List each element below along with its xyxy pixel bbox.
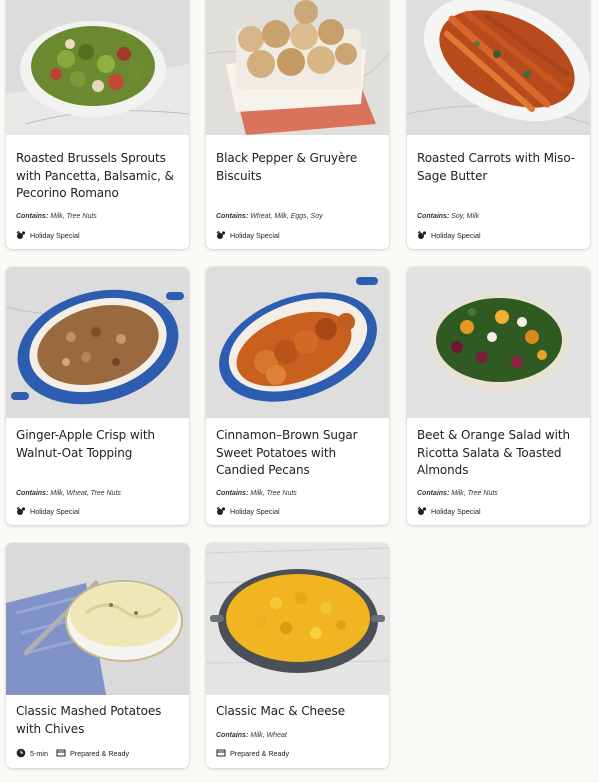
meal-image[interactable] — [6, 267, 189, 418]
tag-label: Holiday Special — [431, 230, 481, 240]
meal-tag: Holiday Special — [16, 505, 80, 517]
meal-title[interactable]: Roasted Carrots with Miso-Sage Butter — [417, 150, 582, 185]
meal-title[interactable]: Beet & Orange Salad with Ricotta Salata … — [417, 427, 582, 480]
meal-card[interactable]: Cinnamon–Brown Sugar Sweet Potatoes with… — [206, 267, 389, 525]
meal-image[interactable] — [6, 0, 189, 135]
allergen-label: Contains: — [417, 213, 450, 220]
allergen-label: Contains: — [216, 490, 249, 497]
meal-card[interactable]: Classic Mashed Potatoes with Chives 5-mi… — [6, 543, 189, 768]
meal-title[interactable]: Ginger-Apple Crisp with Walnut-Oat Toppi… — [16, 427, 181, 462]
tag-label: Holiday Special — [230, 230, 280, 240]
allergen-list: Soy, Milk — [451, 213, 480, 220]
prepared-box-icon — [56, 748, 66, 758]
meal-title[interactable]: Black Pepper & Gruyère Biscuits — [216, 150, 381, 185]
meal-image[interactable] — [6, 543, 189, 695]
tag-label: Holiday Special — [230, 506, 280, 516]
meal-image[interactable] — [206, 267, 389, 418]
allergen-info: Contains: Wheat, Milk, Eggs, Soy — [216, 213, 323, 220]
allergen-label: Contains: — [417, 490, 450, 497]
allergen-info: Contains: Milk, Wheat, Tree Nuts — [16, 490, 121, 497]
meal-image[interactable] — [407, 0, 590, 135]
prepared-box-icon — [216, 748, 226, 758]
turkey-icon — [16, 506, 26, 516]
tag-label: Holiday Special — [431, 506, 481, 516]
meal-card[interactable]: Classic Mac & Cheese Contains: Milk, Whe… — [206, 543, 389, 768]
turkey-icon — [417, 506, 427, 516]
allergen-list: Milk, Wheat — [250, 732, 287, 739]
meal-tag: 5-min Prepared & Ready — [16, 747, 129, 759]
allergen-list: Milk, Tree Nuts — [250, 490, 297, 497]
allergen-label: Contains: — [216, 213, 249, 220]
allergen-label: Contains: — [16, 490, 49, 497]
meal-title[interactable]: Classic Mac & Cheese — [216, 703, 381, 721]
meal-tag: Holiday Special — [417, 229, 481, 241]
tag-label: Holiday Special — [30, 230, 80, 240]
tag-label: Prepared & Ready — [69, 748, 130, 758]
meal-card[interactable]: Beet & Orange Salad with Ricotta Salata … — [407, 267, 590, 525]
allergen-info: Contains: Milk, Wheat — [216, 732, 287, 739]
meal-image[interactable] — [407, 267, 590, 418]
clock-icon — [16, 748, 26, 758]
turkey-icon — [216, 230, 226, 240]
turkey-icon — [417, 230, 427, 240]
meal-card[interactable]: Ginger-Apple Crisp with Walnut-Oat Toppi… — [6, 267, 189, 525]
meal-tag: Holiday Special — [16, 229, 80, 241]
allergen-info: Contains: Soy, Milk — [417, 213, 479, 220]
meal-title[interactable]: Cinnamon–Brown Sugar Sweet Potatoes with… — [216, 427, 381, 480]
allergen-list: Wheat, Milk, Eggs, Soy — [250, 213, 323, 220]
meal-tag: Prepared & Ready — [216, 747, 289, 759]
turkey-icon — [216, 506, 226, 516]
meal-card[interactable]: Roasted Brussels Sprouts with Pancetta, … — [6, 0, 189, 249]
meal-grid: Roasted Brussels Sprouts with Pancetta, … — [0, 0, 599, 783]
meal-card[interactable]: Black Pepper & Gruyère Biscuits Contains… — [206, 0, 389, 249]
allergen-list: Milk, Tree Nuts — [50, 213, 97, 220]
allergen-list: Milk, Wheat, Tree Nuts — [50, 490, 121, 497]
meal-tag: Holiday Special — [216, 505, 280, 517]
allergen-info: Contains: Milk, Tree Nuts — [16, 213, 97, 220]
meal-card[interactable]: Roasted Carrots with Miso-Sage Butter Co… — [407, 0, 590, 249]
tag-label: Prepared & Ready — [230, 748, 290, 758]
meal-image[interactable] — [206, 0, 389, 135]
turkey-icon — [16, 230, 26, 240]
meal-title[interactable]: Roasted Brussels Sprouts with Pancetta, … — [16, 150, 181, 203]
prep-time: 5-min — [30, 748, 48, 758]
meal-image[interactable] — [206, 543, 389, 695]
allergen-info: Contains: Milk, Tree Nuts — [417, 490, 498, 497]
meal-title[interactable]: Classic Mashed Potatoes with Chives — [16, 703, 181, 738]
allergen-label: Contains: — [16, 213, 49, 220]
meal-tag: Holiday Special — [216, 229, 280, 241]
tag-label: Holiday Special — [30, 506, 80, 516]
allergen-label: Contains: — [216, 732, 249, 739]
allergen-info: Contains: Milk, Tree Nuts — [216, 490, 297, 497]
allergen-list: Milk, Tree Nuts — [451, 490, 498, 497]
meal-tag: Holiday Special — [417, 505, 481, 517]
